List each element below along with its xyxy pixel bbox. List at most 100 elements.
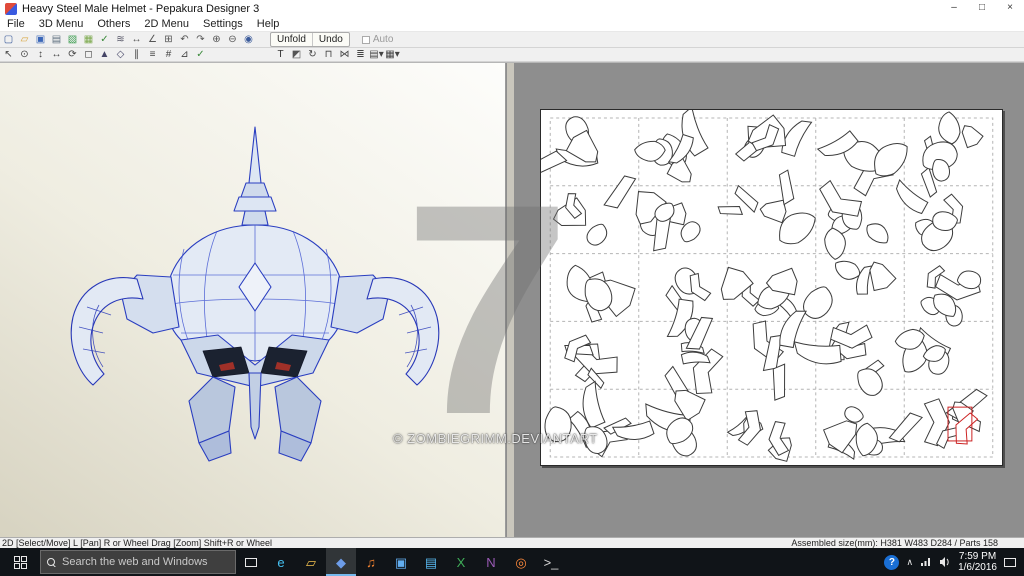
search-input[interactable]: Search the web and Windows [40,550,236,574]
join-tool-icon[interactable]: ⋈ [337,48,352,61]
close-button[interactable]: × [996,0,1024,17]
material-view-icon[interactable]: ▦ [81,33,96,46]
taskbar-clock[interactable]: 7:59 PM 1/6/2016 [958,551,997,573]
pepakura-window: Heavy Steel Male Helmet - Pepakura Desig… [0,0,1024,576]
new-file-icon[interactable]: ▢ [1,33,16,46]
zoom-in-icon[interactable]: ⊕ [209,33,224,46]
search-icon [47,557,56,567]
3d-viewport[interactable] [0,63,506,537]
maximize-button[interactable]: □ [968,0,996,17]
window-title: Heavy Steel Male Helmet - Pepakura Desig… [22,2,260,15]
menu-help[interactable]: Help [250,17,287,31]
face-select-tool-icon[interactable]: ▲ [97,48,112,61]
system-tray: ? ∧ 7:59 PM 1/6/2016 [884,548,1024,576]
taskbar-app-photos[interactable]: ▣ [386,548,416,576]
menu-settings[interactable]: Settings [196,17,250,31]
2d-viewport[interactable] [514,63,1024,537]
pattern-page[interactable] [540,109,1003,466]
check-tool-icon[interactable]: ✓ [193,48,208,61]
mesh-tool-icon[interactable]: # [161,48,176,61]
network-icon[interactable] [920,557,932,567]
color-tool-icon[interactable]: ◩ [289,48,304,61]
edge-select-tool-icon[interactable]: ◇ [113,48,128,61]
box-select-tool-icon[interactable]: ◻ [81,48,96,61]
tray-expand-icon[interactable]: ∧ [906,557,913,568]
pattern-icon[interactable]: ≋ [113,33,128,46]
select-tool-icon[interactable]: ↖ [1,48,16,61]
measure-icon[interactable]: ↔ [129,33,144,46]
status-bar: 2D [Select/Move] L [Pan] R or Wheel Drag… [0,537,1024,548]
magnify-tool-icon[interactable]: ⊙ [17,48,32,61]
volume-icon[interactable] [939,557,951,567]
action-center-icon[interactable] [1004,557,1016,567]
photos-icon: ▣ [394,554,408,570]
taskbar-app-groove-music[interactable]: ♫ [356,548,386,576]
auto-unfold-control[interactable]: Auto [361,34,394,45]
taskbar-app-file-explorer[interactable]: ▱ [296,548,326,576]
menu-3d-menu[interactable]: 3D Menu [32,17,91,31]
grid-icon[interactable]: ⊞ [161,33,176,46]
cmd-icon: >_ [543,554,559,570]
title-bar[interactable]: Heavy Steel Male Helmet - Pepakura Desig… [0,0,1024,17]
menu-others[interactable]: Others [90,17,137,31]
toolbar-main-icons: ▢ ▱ ▣ ▤ ▧ ▦ ✓ ≋ ↔ ∠ ⊞ ↶ ↷ ⊕ ⊖ ◉ [0,33,256,46]
work-area: 7 © ZOMBIEGRIMM.DEVIANTART [0,62,1024,537]
open-file-icon[interactable]: ▱ [17,33,32,46]
unfold-check-icon[interactable]: ✓ [97,33,112,46]
search-placeholder: Search the web and Windows [62,556,208,568]
clock-date: 1/6/2016 [958,562,997,573]
layout-menu-icon[interactable]: ▤▾ [369,48,384,61]
menu-bar: File 3D Menu Others 2D Menu Settings Help [0,17,1024,32]
status-hint: 2D [Select/Move] L [Pan] R or Wheel Drag… [2,538,273,548]
taskbar-app-cmd[interactable]: >_ [536,548,566,576]
taskbar-app-onenote[interactable]: N [476,548,506,576]
pan-horizontal-tool-icon[interactable]: ↔ [49,48,64,61]
toolbar-2d-group-b: T ◩ ↻ ⊓ ⋈ ≣ ▤▾ ▦▾ [272,48,400,61]
triangle-tool-icon[interactable]: ⊿ [177,48,192,61]
taskbar-app-pepakura[interactable]: ◆ [326,548,356,576]
texture-view-icon[interactable]: ▧ [65,33,80,46]
print-icon[interactable]: ▤ [49,33,64,46]
orbit-tool-icon[interactable]: ⟳ [65,48,80,61]
taskbar-apps: e ▱ ◆ ♫ ▣ ▤ X N ◎ >_ [266,548,566,576]
undo-button[interactable]: Undo [311,33,349,46]
pane-splitter[interactable] [507,63,514,537]
status-assembled-size: Assembled size(mm): H381 W483 D284 / Par… [791,538,998,548]
export-menu-icon[interactable]: ▦▾ [385,48,400,61]
auto-checkbox[interactable] [361,35,370,44]
minimize-button[interactable]: – [940,0,968,17]
taskbar-app-edge[interactable]: e [266,548,296,576]
unfold-button[interactable]: Unfold [271,33,312,46]
taskbar-app-firefox[interactable]: ◎ [506,548,536,576]
list-tool-icon[interactable]: ≡ [145,48,160,61]
excel-icon: X [456,554,466,570]
save-icon[interactable]: ▣ [33,33,48,46]
pan-vertical-tool-icon[interactable]: ↕ [33,48,48,61]
angle-icon[interactable]: ∠ [145,33,160,46]
info-icon[interactable]: ◉ [241,33,256,46]
groove-music-icon: ♫ [366,554,376,570]
line-tool-icon[interactable]: ∥ [129,48,144,61]
help-tray-icon[interactable]: ? [884,554,900,570]
text-tool-icon[interactable]: T [273,48,288,61]
helmet-3d-model [70,126,440,462]
menu-file[interactable]: File [0,17,32,31]
taskbar-app-store[interactable]: ▤ [416,548,446,576]
task-view-icon [245,555,263,567]
taskbar-app-excel[interactable]: X [446,548,476,576]
store-icon: ▤ [424,554,438,570]
task-view-button[interactable] [236,548,266,576]
zoom-out-icon[interactable]: ⊖ [225,33,240,46]
order-tool-icon[interactable]: ≣ [353,48,368,61]
pepakura-icon: ◆ [336,554,346,570]
auto-label: Auto [372,34,394,45]
start-button[interactable] [0,548,40,576]
menu-2d-menu[interactable]: 2D Menu [137,17,196,31]
rotate-right-icon[interactable]: ↷ [193,33,208,46]
rotate-left-icon[interactable]: ↶ [177,33,192,46]
flap-tool-icon[interactable]: ⊓ [321,48,336,61]
view-toolbar: ↖ ⊙ ↕ ↔ ⟳ ◻ ▲ ◇ ∥ ≡ # ⊿ ✓ T ◩ ↻ ⊓ ⋈ ≣ ▤▾ ▦▾ [0,48,1024,62]
rotate-part-tool-icon[interactable]: ↻ [305,48,320,61]
unfold-button-group: Unfold Undo [270,32,350,47]
firefox-icon: ◎ [515,554,527,570]
